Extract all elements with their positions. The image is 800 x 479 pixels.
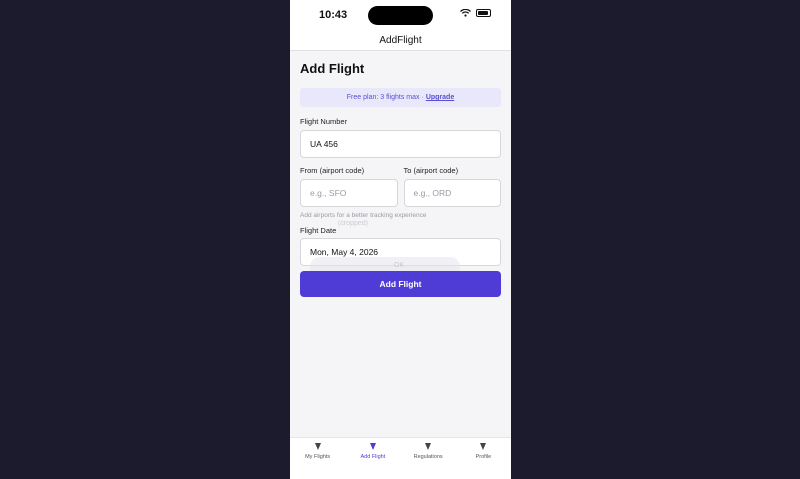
nav-bar: AddFlight [290, 30, 511, 51]
banner-text: Free plan: 3 flights max · [346, 94, 424, 101]
fading-alert-text: (cropped) [338, 220, 368, 227]
triangle-icon [314, 443, 321, 450]
triangle-icon [480, 443, 487, 450]
add-flight-form: Add Flight Free plan: 3 flights max · Up… [300, 52, 501, 266]
phone-screen: 10:43 AddFlight Add Flight Free plan: 3 … [290, 0, 511, 479]
flight-date-label: Flight Date [300, 226, 337, 235]
flight-number-label: Flight Number [300, 117, 348, 126]
plan-banner: Free plan: 3 flights max · Upgrade [300, 88, 501, 107]
tab-label: My Flights [305, 454, 331, 460]
tab-label: Regulations [413, 454, 443, 460]
status-icons [460, 9, 491, 17]
status-bar: 10:43 [290, 0, 511, 30]
dynamic-island [368, 6, 433, 25]
tab-add-flight[interactable]: Add Flight [345, 438, 400, 479]
wifi-icon [460, 9, 471, 17]
add-flight-button[interactable]: Add Flight [300, 271, 501, 297]
to-label: To (airport code) [403, 166, 459, 175]
from-label: From (airport code) [300, 166, 365, 175]
tab-bar: My Flights Add Flight Regulations Profil… [290, 437, 511, 479]
nav-title: AddFlight [379, 34, 422, 46]
from-airport-input[interactable]: e.g., SFO [300, 179, 398, 207]
triangle-icon [369, 443, 376, 450]
tab-label: Profile [475, 454, 492, 460]
airport-hint: Add airports for a better tracking exper… [300, 212, 427, 219]
fading-alert-ok: OK [394, 262, 405, 269]
battery-icon [476, 9, 491, 17]
flight-number-input[interactable]: UA 456 [300, 130, 501, 158]
tab-my-flights[interactable]: My Flights [290, 438, 345, 479]
upgrade-link[interactable]: Upgrade [426, 94, 454, 101]
status-time: 10:43 [319, 9, 348, 21]
tab-regulations[interactable]: Regulations [401, 438, 456, 479]
to-airport-input[interactable]: e.g., ORD [403, 179, 501, 207]
tab-profile[interactable]: Profile [456, 438, 511, 479]
tab-label: Add Flight [360, 454, 386, 460]
page-title: Add Flight [300, 61, 365, 76]
triangle-icon [425, 443, 432, 450]
